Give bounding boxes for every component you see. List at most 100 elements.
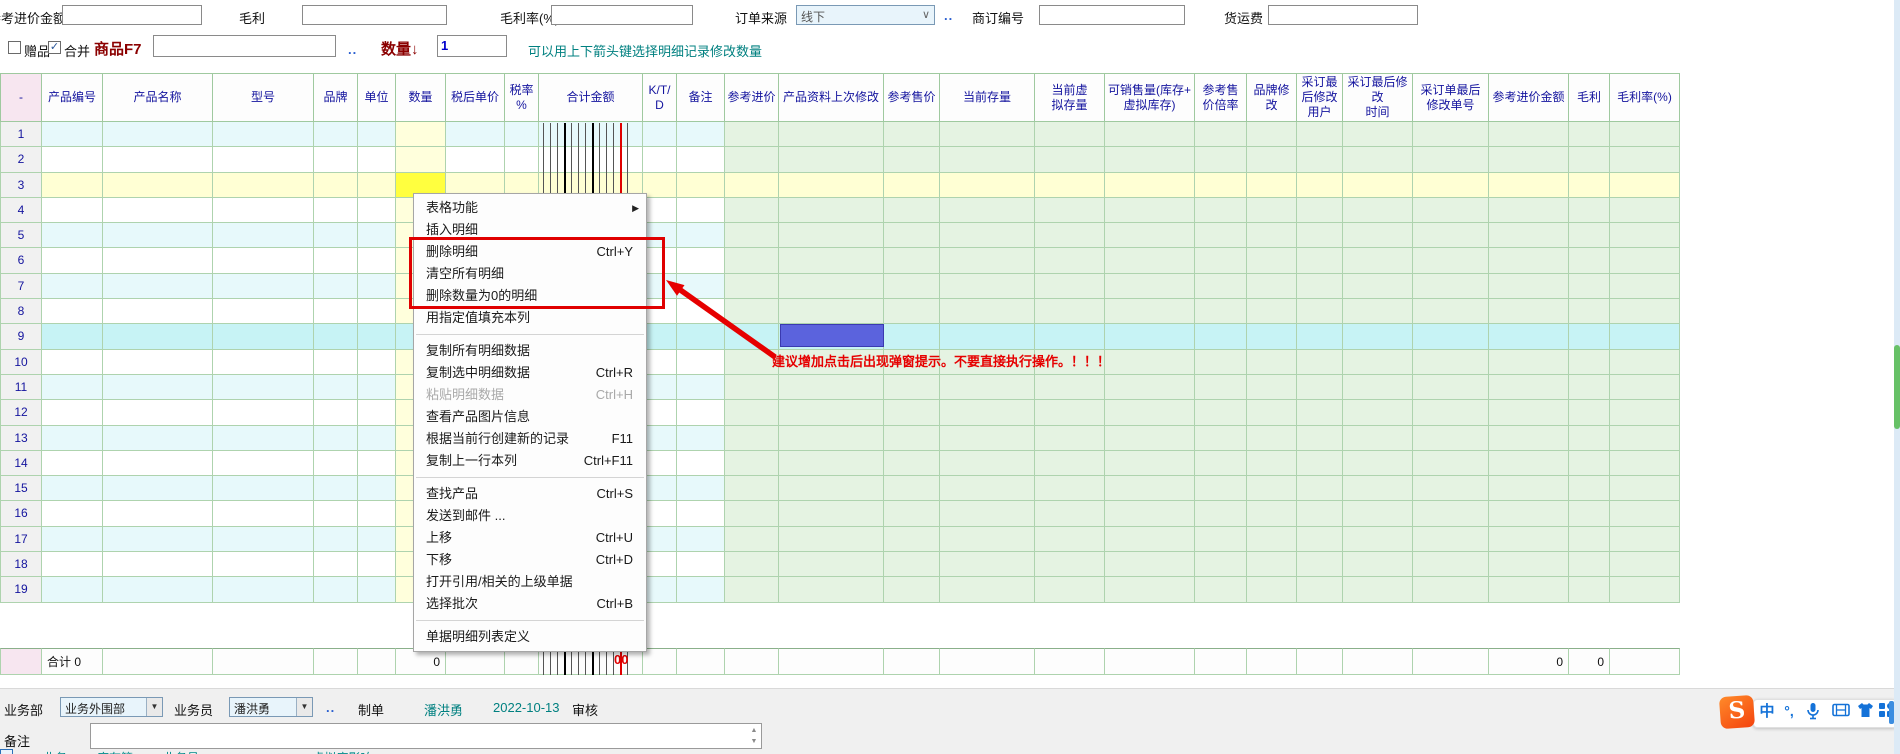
grid-cell[interactable] [643,451,677,476]
grid-cell[interactable] [1297,248,1343,273]
column-header[interactable]: 采订最 后修改 用户 [1297,73,1343,122]
grid-cell[interactable] [1569,274,1610,299]
grid-cell[interactable] [779,400,884,425]
grid-cell[interactable] [103,476,213,501]
grid-cell[interactable] [42,173,103,198]
grid-cell[interactable] [314,527,358,552]
menu-item[interactable]: 单据明细列表定义 [414,626,646,648]
grid-cell[interactable] [1343,274,1413,299]
row-number[interactable]: 19 [0,577,42,602]
row-number[interactable]: 12 [0,400,42,425]
grid-cell[interactable] [358,426,396,451]
freight-input[interactable] [1268,5,1418,25]
grid-cell[interactable] [1195,451,1247,476]
grid-cell[interactable] [1489,426,1569,451]
grid-cell[interactable] [1610,426,1680,451]
grid-cell[interactable] [358,552,396,577]
grid-cell[interactable] [358,400,396,425]
grid-cell[interactable] [42,527,103,552]
sogou-logo-icon[interactable]: S [1719,695,1755,729]
grid-cell[interactable] [1569,147,1610,172]
grid-cell[interactable] [213,122,314,147]
grid-cell[interactable] [779,527,884,552]
grid-cell[interactable] [314,451,358,476]
grid-cell[interactable] [358,122,396,147]
grid-cell[interactable] [1297,375,1343,400]
grid-cell[interactable] [103,147,213,172]
grid-cell[interactable] [358,198,396,223]
grid-cell[interactable] [1195,577,1247,602]
grid-cell[interactable] [677,501,725,526]
grid-cell[interactable] [1195,527,1247,552]
grid-cell[interactable] [314,248,358,273]
gross-profit-input[interactable] [302,5,447,25]
column-header[interactable]: 当前存量 [940,73,1035,122]
grid-cell[interactable] [1247,198,1297,223]
grid-cell[interactable] [213,476,314,501]
grid-cell[interactable] [940,122,1035,147]
grid-cell[interactable] [1343,223,1413,248]
grid-cell[interactable] [1297,274,1343,299]
menu-item[interactable]: 下移Ctrl+D [414,549,646,571]
grid-cell[interactable] [1343,122,1413,147]
grid-cell[interactable] [1105,577,1195,602]
grid-cell[interactable] [1413,223,1489,248]
grid-cell[interactable] [213,173,314,198]
grid-cell[interactable] [1297,577,1343,602]
grid-cell[interactable] [1413,350,1489,375]
grid-cell[interactable] [1105,198,1195,223]
grid-cell[interactable] [1413,299,1489,324]
column-header[interactable]: 当前虚 拟存量 [1035,73,1105,122]
grid-cell[interactable] [779,501,884,526]
grid-cell[interactable] [1343,577,1413,602]
order-source-select[interactable]: 线下 ∨ [796,5,935,25]
grid-cell[interactable] [358,476,396,501]
column-header[interactable]: 毛利率(%) [1610,73,1680,122]
grid-cell[interactable] [677,451,725,476]
grid-cell[interactable] [1343,400,1413,425]
grid-cell[interactable] [1247,173,1297,198]
grid-cell[interactable] [505,122,539,147]
grid-cell[interactable] [940,248,1035,273]
grid-cell[interactable] [725,375,779,400]
grid-cell[interactable] [1343,198,1413,223]
grid-cell[interactable] [725,527,779,552]
grid-cell[interactable] [358,248,396,273]
menu-item[interactable]: 表格功能▶ [414,197,646,219]
grid-cell[interactable] [1105,350,1195,375]
dept-select[interactable]: 业务外围部 ▼ [60,697,163,717]
product-more-button[interactable]: .. [348,42,357,57]
qty-input[interactable]: 1 [437,35,507,57]
grid-cell[interactable] [1247,375,1297,400]
grid-cell[interactable] [1195,173,1247,198]
grid-cell[interactable] [314,274,358,299]
grid-cell[interactable] [1489,223,1569,248]
grid-cell[interactable] [940,147,1035,172]
grid-cell[interactable] [358,577,396,602]
column-header[interactable]: 单位 [358,73,396,122]
grid-cell[interactable] [1035,198,1105,223]
row-number[interactable]: 7 [0,274,42,299]
grid-cell[interactable] [103,223,213,248]
grid-cell[interactable] [1569,223,1610,248]
grid-cell[interactable] [643,375,677,400]
grid-cell[interactable] [1569,299,1610,324]
grid-cell[interactable] [1413,476,1489,501]
column-header[interactable]: 参考进价金额 [1489,73,1569,122]
grid-cell[interactable] [1195,223,1247,248]
grid-cell[interactable] [103,375,213,400]
grid-cell[interactable] [103,501,213,526]
grid-cell[interactable] [725,173,779,198]
grid-cell[interactable] [1035,577,1105,602]
grid-cell[interactable] [1343,324,1413,349]
grid-cell[interactable] [884,122,940,147]
grid-cell[interactable] [1489,299,1569,324]
grid-cell[interactable] [1489,501,1569,526]
grid-cell[interactable] [1297,451,1343,476]
merchant-order-no-input[interactable] [1039,5,1185,25]
grid-cell[interactable] [677,552,725,577]
grid-cell[interactable] [1569,173,1610,198]
grid-cell[interactable] [1195,198,1247,223]
grid-cell[interactable] [1297,299,1343,324]
grid-cell[interactable] [1247,147,1297,172]
